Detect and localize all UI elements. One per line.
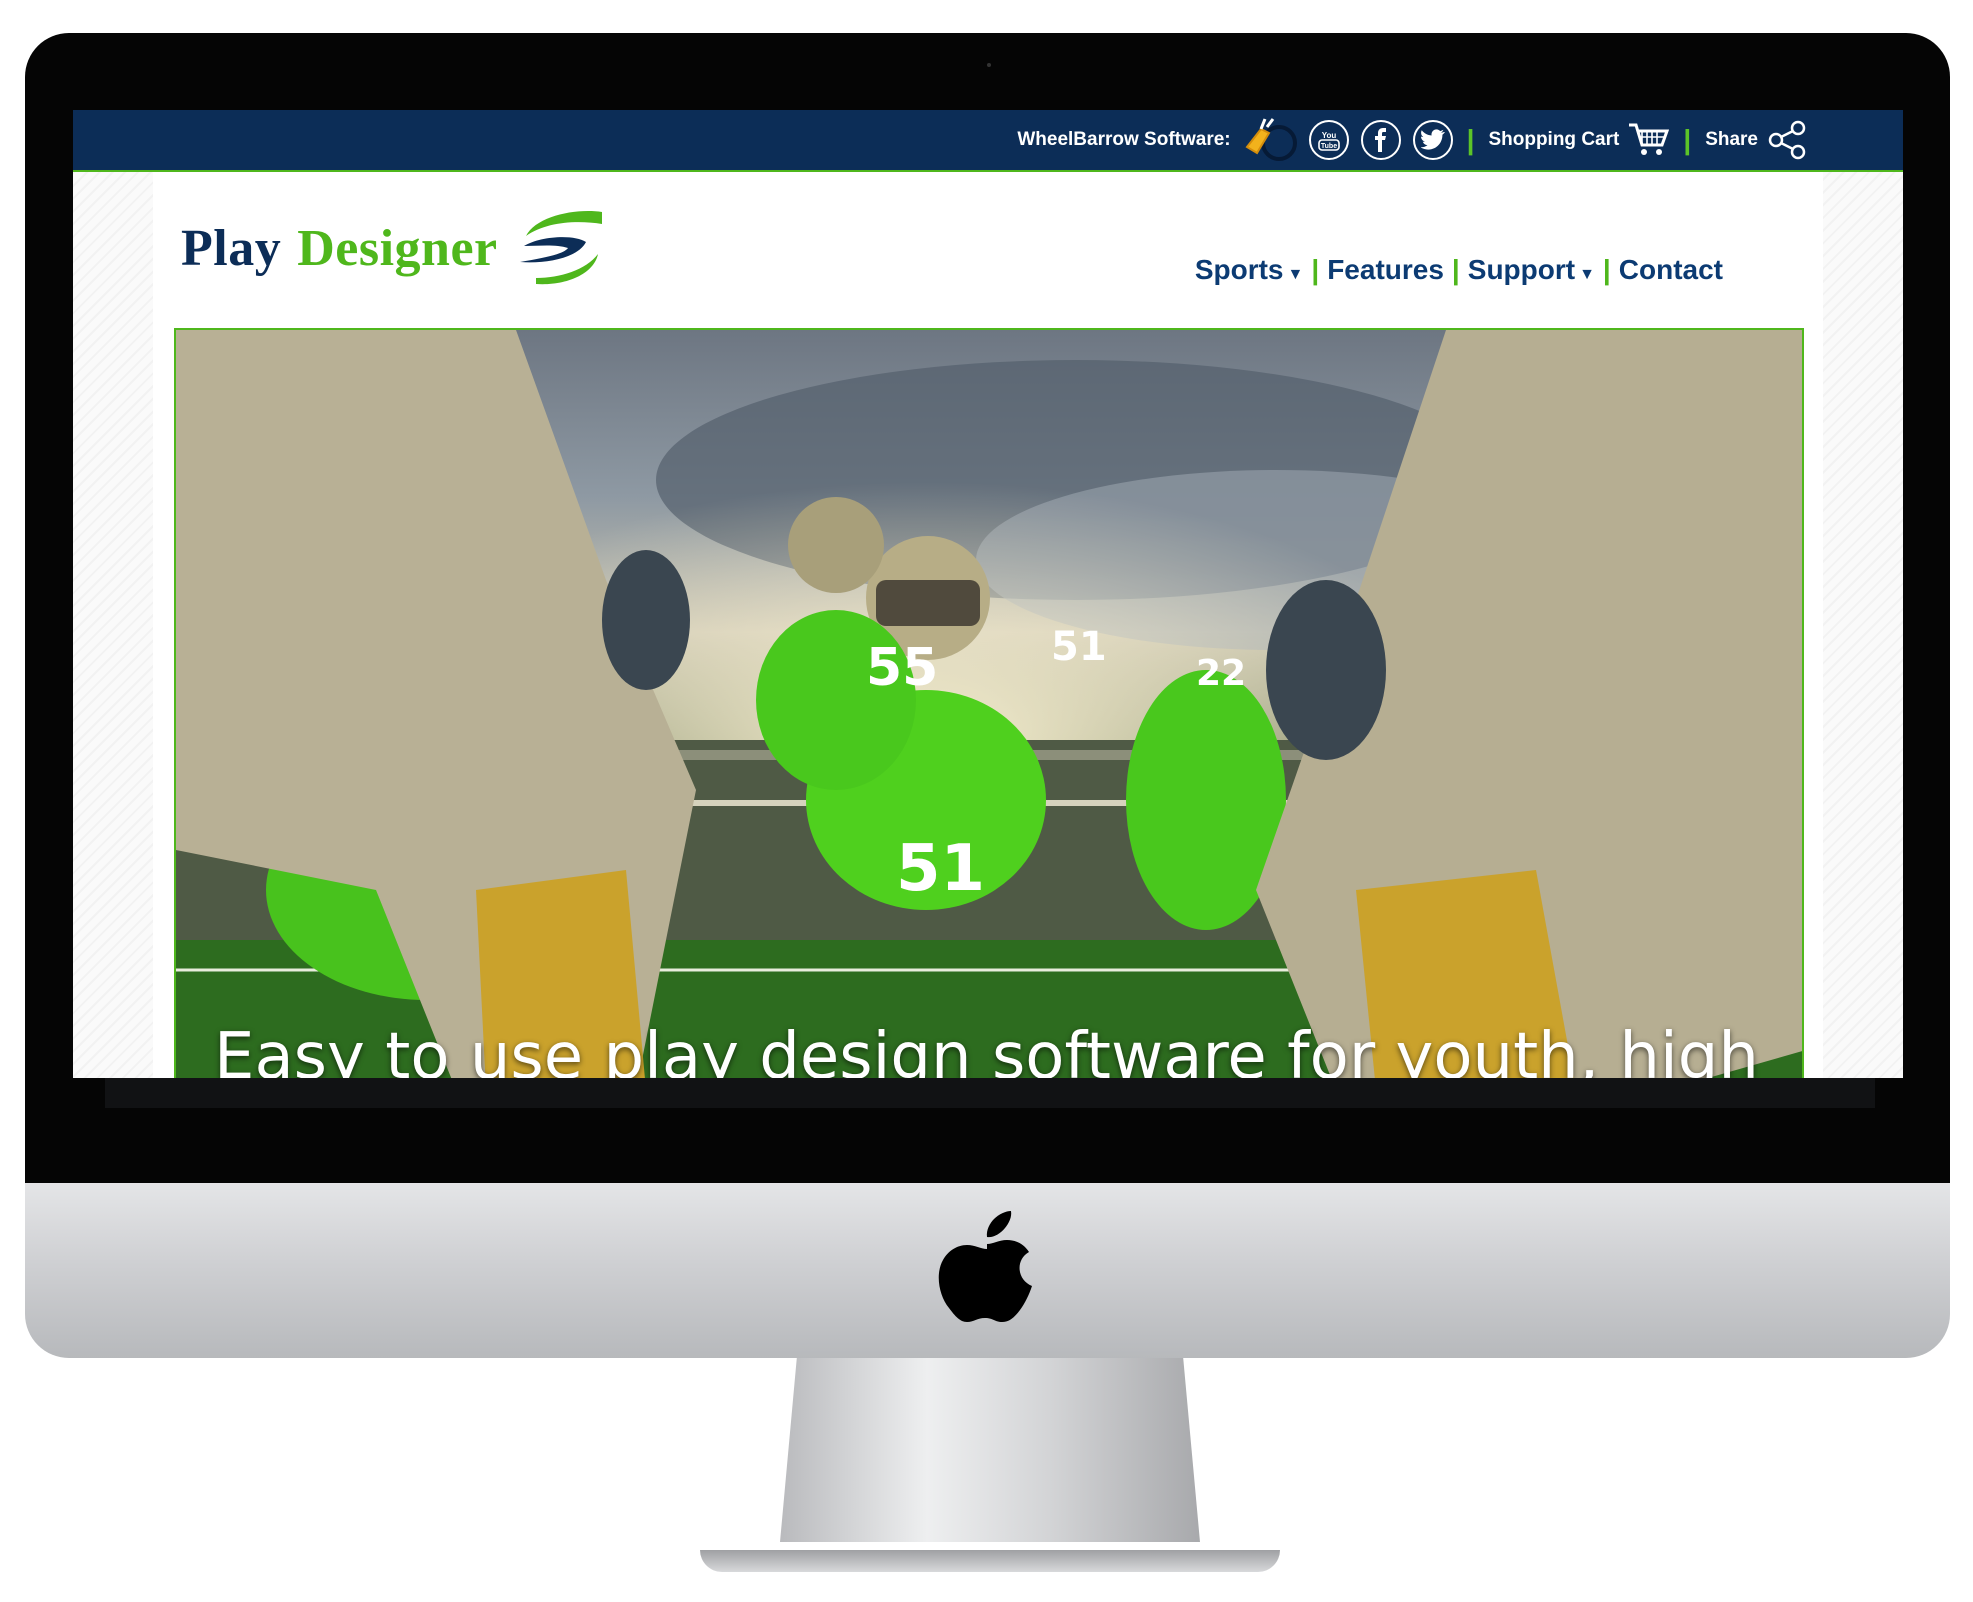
nav-item-sports[interactable]: Sports ▼ [1195, 254, 1304, 286]
logo-word-play: Play [181, 219, 282, 277]
jersey-number: 51 [1051, 624, 1107, 670]
cart-icon [1629, 123, 1670, 155]
page-background: Play Designer Sports ▼ | Features | Suppo… [73, 172, 1903, 1078]
site-logo[interactable]: Play Designer [181, 208, 606, 288]
svg-text:You: You [1321, 131, 1336, 140]
nav-sports-label: Sports [1194, 254, 1284, 285]
monitor-stand-base [700, 1550, 1280, 1572]
hero-title: Easy to use play design software for you… [214, 1020, 1759, 1078]
browser-screen: WheelBarrow Software: You Tube | Shoppin… [73, 110, 1903, 1078]
svg-text:Tube: Tube [1321, 143, 1337, 150]
share-icon [1768, 120, 1806, 160]
topbar-separator: | [1466, 124, 1475, 155]
top-bar: WheelBarrow Software: You Tube | Shoppin… [73, 110, 1903, 172]
nav-support-label: Support [1467, 254, 1576, 285]
chevron-down-icon: ▼ [1287, 266, 1304, 283]
wheelbarrow-icon [1245, 118, 1297, 161]
nav-separator: | [1602, 254, 1611, 285]
wheelbarrow-label: WheelBarrow Software: [1017, 129, 1231, 150]
share-label: Share [1705, 129, 1758, 150]
jersey-number: 55 [866, 638, 938, 698]
facebook-icon[interactable] [1360, 120, 1401, 160]
youtube-icon[interactable]: You Tube [1308, 120, 1349, 160]
monitor-stand [780, 1358, 1200, 1542]
shopping-cart-link[interactable]: Shopping Cart [1488, 122, 1670, 158]
twitter-icon[interactable] [1412, 120, 1453, 160]
camera-dot [987, 63, 991, 67]
shopping-cart-label: Shopping Cart [1488, 129, 1620, 150]
topbar-separator: | [1683, 124, 1692, 155]
main-nav: Sports ▼ | Features | Support ▼ | Contact [1195, 254, 1723, 286]
logo-word-designer: Designer [297, 219, 498, 277]
wheelbarrow-link[interactable]: WheelBarrow Software: [1017, 117, 1297, 163]
screen-lower-edge [105, 1078, 1875, 1108]
jersey-number: 22 [1196, 653, 1246, 694]
hero-football-image: 55 51 51 22 [176, 330, 1802, 1078]
nav-item-contact[interactable]: Contact [1619, 254, 1723, 286]
apple-logo-icon [938, 1211, 1032, 1322]
chevron-down-icon: ▼ [1579, 266, 1595, 283]
nav-item-support[interactable]: Support ▼ [1468, 254, 1595, 286]
logo-swoosh-icon [519, 211, 602, 285]
share-link[interactable]: Share [1705, 120, 1808, 160]
nav-separator: | [1451, 254, 1460, 285]
main-content: Play Designer Sports ▼ | Features | Suppo… [153, 172, 1823, 1078]
nav-item-features[interactable]: Features [1327, 254, 1444, 286]
hero-banner: 55 51 51 22 Easy to use play design soft… [174, 328, 1804, 1078]
jersey-number: 51 [896, 832, 985, 906]
nav-separator: | [1311, 254, 1320, 285]
